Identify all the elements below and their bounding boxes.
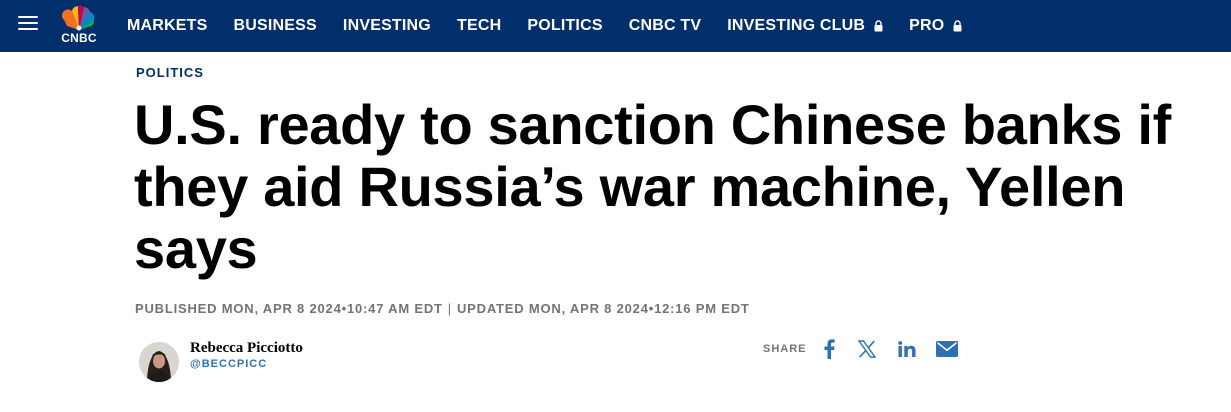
nav-item-label: POLITICS [527,17,603,34]
author-name-link[interactable]: Rebecca Picciotto [190,340,303,357]
nav-item-tech[interactable]: TECH [444,17,514,35]
x-twitter-icon[interactable] [855,338,879,360]
nav-item-label: INVESTING CLUB [727,17,866,34]
top-navigation-bar: CNBC MARKETS BUSINESS INVESTING TECH POL… [0,0,1231,52]
published-time: PUBLISHED MON, APR 8 2024•10:47 AM EDT [135,301,443,316]
avatar-portrait [139,342,179,382]
nav-item-politics[interactable]: POLITICS [514,17,615,35]
nav-item-label: INVESTING [342,17,431,34]
email-icon[interactable] [934,338,960,360]
nav-item-investing-club[interactable]: INVESTING CLUB [714,17,896,35]
lock-icon [953,20,962,32]
logo-text: CNBC [61,31,97,45]
article-headline: U.S. ready to sanction Chinese banks if … [134,93,1172,280]
nav-item-cnbc-tv[interactable]: CNBC TV [616,17,715,35]
nav-item-business[interactable]: BUSINESS [221,17,330,35]
hamburger-menu-icon[interactable] [18,14,38,32]
nav-menu: MARKETS BUSINESS INVESTING TECH POLITICS… [114,0,975,52]
section-label-link[interactable]: POLITICS [136,65,204,80]
article-timestamps: PUBLISHED MON, APR 8 2024•10:47 AM EDT | U… [135,301,750,316]
linkedin-icon[interactable] [895,338,919,360]
author-avatar[interactable] [139,342,179,382]
nav-item-label: PRO [909,17,945,34]
nav-item-investing[interactable]: INVESTING [330,17,444,35]
lock-icon [874,20,883,32]
nav-item-label: CNBC TV [628,17,702,34]
nav-item-label: TECH [456,17,502,34]
updated-time: UPDATED MON, APR 8 2024•12:16 PM EDT [456,301,750,316]
cnbc-logo[interactable]: CNBC [54,4,104,48]
peacock-icon [61,5,95,31]
share-label: SHARE [763,343,807,355]
nav-item-markets[interactable]: MARKETS [114,17,221,35]
nav-item-label: BUSINESS [233,17,317,34]
author-handle-link[interactable]: @BECCPICC [190,358,267,370]
nav-item-label: MARKETS [127,17,208,34]
timestamp-separator: | [447,301,452,316]
facebook-icon[interactable] [817,338,841,360]
nav-item-pro[interactable]: PRO [896,17,975,35]
